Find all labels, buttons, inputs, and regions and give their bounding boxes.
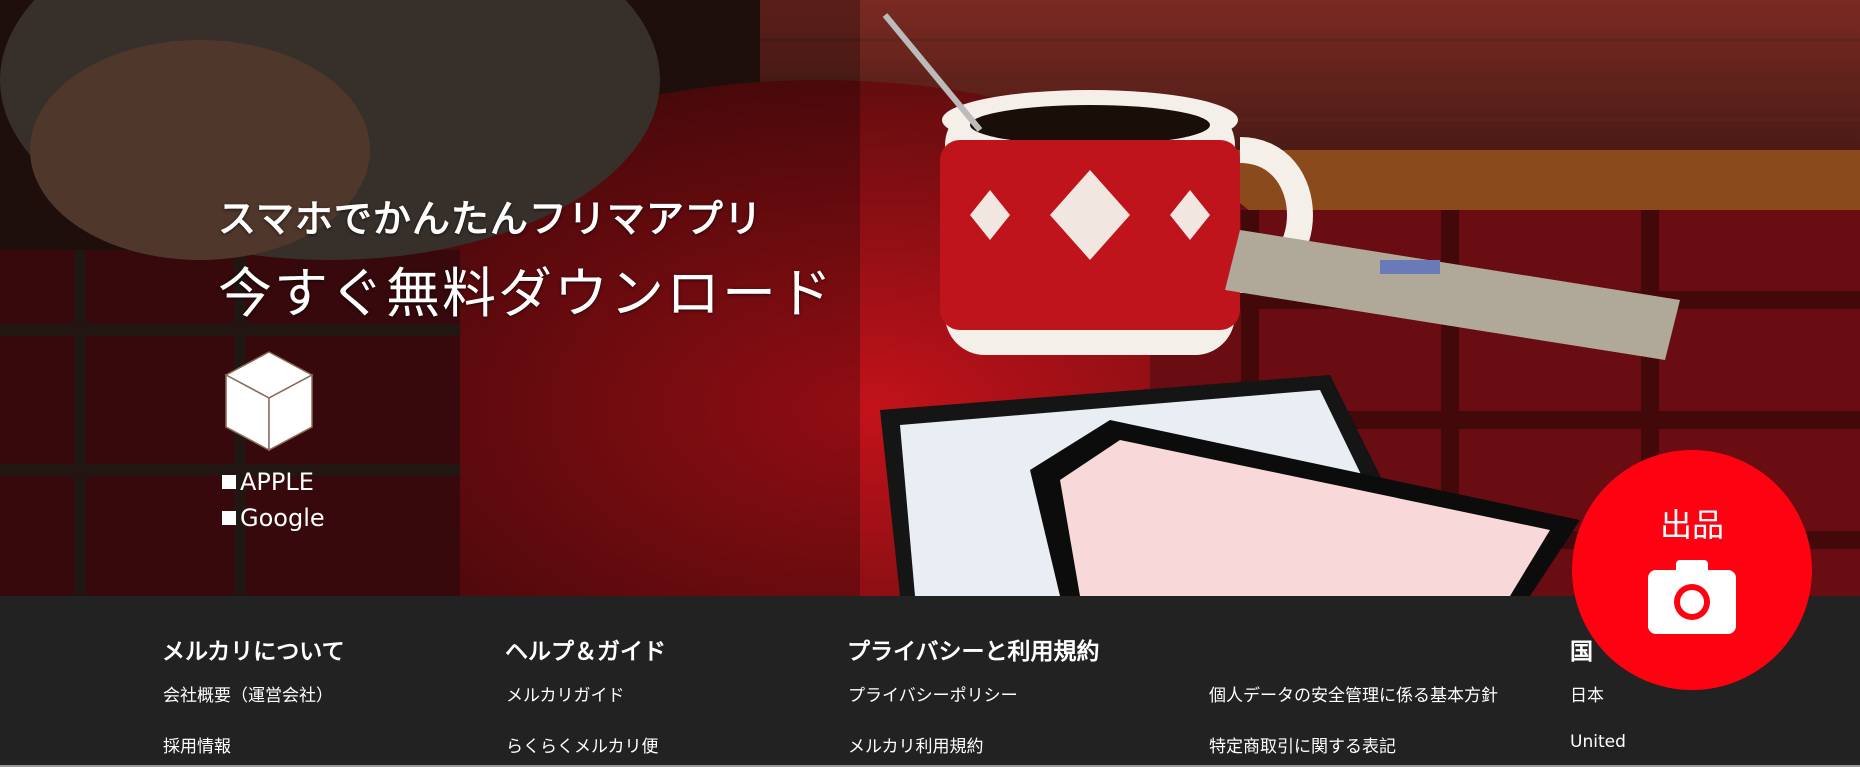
footer-link-commerce-law[interactable]: 特定商取引に関する表記	[1209, 732, 1396, 757]
square-bullet-icon	[222, 511, 236, 525]
footer-link-data-security[interactable]: 個人データの安全管理に係る基本方針	[1209, 681, 1498, 706]
sell-button-label: 出品	[1659, 506, 1724, 544]
store-links: APPLE Google	[222, 464, 325, 536]
store-link-label: APPLE	[240, 468, 314, 496]
footer-link-rakuraku[interactable]: らくらくメルカリ便	[506, 732, 659, 757]
box-icon	[224, 351, 314, 452]
footer-heading-help: ヘルプ＆ガイド	[505, 639, 666, 665]
footer-link-company[interactable]: 会社概要（運営会社）	[163, 681, 333, 706]
footer-link-careers[interactable]: 採用情報	[163, 732, 231, 757]
square-bullet-icon	[222, 475, 236, 489]
footer-heading-privacy: プライバシーと利用規約	[847, 639, 1100, 665]
footer: メルカリについて 会社概要（運営会社） 採用情報 ヘルプ＆ガイド メルカリガイド…	[0, 596, 1860, 767]
footer-column-country: 国	[1570, 632, 1593, 665]
store-link-apple[interactable]: APPLE	[222, 464, 325, 500]
hero-text: スマホでかんたんフリマアプリ 今すぐ無料ダウンロード	[218, 188, 834, 328]
store-link-google[interactable]: Google	[222, 500, 325, 536]
footer-heading-country: 国	[1570, 639, 1593, 665]
footer-column-about: メルカリについて	[162, 632, 345, 665]
hero-subtitle: スマホでかんたんフリマアプリ	[218, 197, 763, 241]
footer-column-help: ヘルプ＆ガイド	[505, 632, 666, 665]
footer-link-terms[interactable]: メルカリ利用規約	[848, 732, 984, 757]
footer-link-japan[interactable]: 日本	[1570, 681, 1604, 706]
hero-banner: スマホでかんたんフリマアプリ 今すぐ無料ダウンロード APPLE Google	[0, 0, 1860, 596]
hero-title: 今すぐ無料ダウンロード	[218, 262, 834, 325]
camera-icon	[1648, 560, 1736, 634]
footer-link-guide[interactable]: メルカリガイド	[506, 681, 625, 706]
sell-button[interactable]: 出品	[1572, 450, 1812, 690]
footer-heading-about: メルカリについて	[162, 639, 345, 665]
footer-link-united[interactable]: United	[1570, 732, 1626, 752]
footer-link-privacy-policy[interactable]: プライバシーポリシー	[848, 681, 1018, 706]
footer-column-privacy: プライバシーと利用規約	[847, 632, 1100, 665]
store-link-label: Google	[240, 504, 325, 532]
